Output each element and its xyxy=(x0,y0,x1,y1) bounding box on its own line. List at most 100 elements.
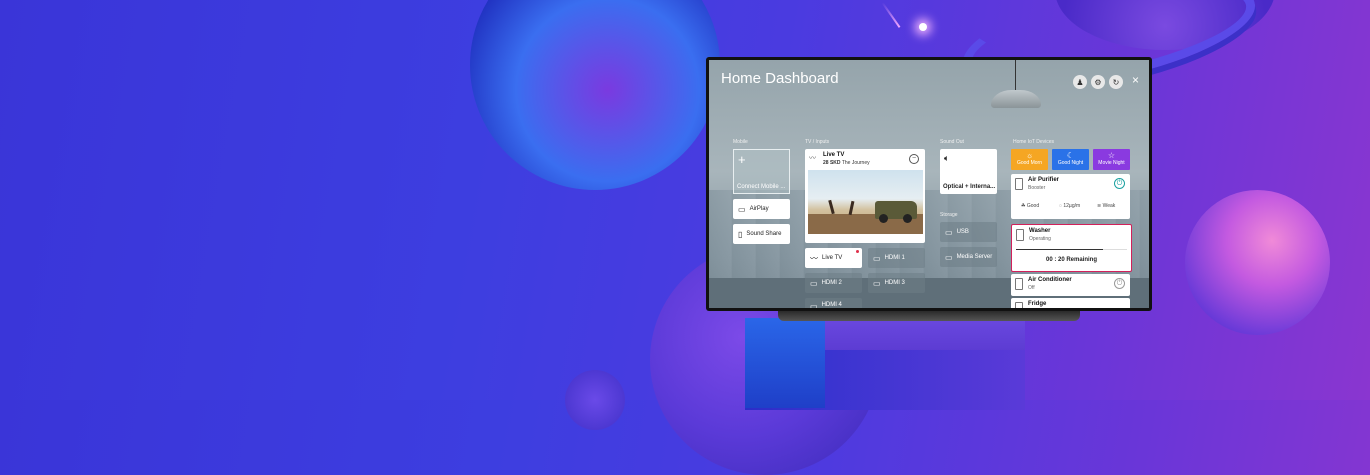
device-status: Booster xyxy=(1028,185,1046,191)
input-label: HDMI 2 xyxy=(821,280,842,286)
device-washer[interactable]: Washer Operating 00 : 20 Remaining xyxy=(1011,224,1132,272)
antenna-icon: 〰 xyxy=(810,253,818,263)
scene-good-night[interactable]: ☾ Good Night xyxy=(1052,149,1089,170)
washer-remaining: 00 : 20 Remaining xyxy=(1045,257,1098,263)
fridge-icon xyxy=(1015,302,1023,308)
thumbnail-jeep xyxy=(875,201,917,223)
header-icons: ♟ ⚙ ↻ xyxy=(1073,75,1123,89)
plus-icon: + xyxy=(738,152,746,167)
pedestal xyxy=(745,318,825,408)
pendant-lamp xyxy=(991,90,1041,108)
input-label: HDMI 4 xyxy=(821,302,842,308)
airplay-label: AirPlay xyxy=(749,206,769,212)
channel-number: 28 SKD xyxy=(823,160,841,166)
leaf-icon: ☘ xyxy=(1021,203,1026,209)
sun-icon: ☼ xyxy=(1025,151,1034,160)
fan-icon: ≋ xyxy=(1097,203,1102,209)
star-icon: ☆ xyxy=(1107,151,1116,160)
washer-progress-fill xyxy=(1016,249,1103,250)
air-quality: ☘ Good xyxy=(1021,203,1039,209)
dust-icon: ◌ xyxy=(1059,203,1062,209)
usb-icon: ▭ xyxy=(945,227,953,237)
section-label-sound-out: Sound Out xyxy=(940,139,964,145)
pm-value: 12µg/m xyxy=(1063,203,1081,209)
power-icon[interactable]: ⏻ xyxy=(1114,178,1125,189)
background-sphere xyxy=(470,0,720,190)
program-title: The Journey xyxy=(841,160,870,166)
speaker-icon: ▯ xyxy=(738,229,743,239)
thumbnail-wheel xyxy=(903,214,912,223)
background-sphere xyxy=(1185,190,1330,335)
page-title: Home Dashboard xyxy=(721,70,839,87)
scene-label: Movie Night xyxy=(1098,160,1125,166)
input-hdmi-3[interactable]: ▭ HDMI 3 xyxy=(868,273,925,293)
lamp-cord xyxy=(1015,60,1016,90)
input-live-tv[interactable]: 〰 Live TV xyxy=(805,248,862,268)
input-label: Live TV xyxy=(822,255,843,261)
scene-label: Good Morn xyxy=(1016,160,1042,166)
scene-good-morning[interactable]: ☼ Good Morn xyxy=(1011,149,1048,170)
input-hdmi-1[interactable]: ▭ HDMI 1 xyxy=(868,248,925,268)
moon-icon: ☾ xyxy=(1066,151,1075,160)
airplay-icon: ▭ xyxy=(738,204,746,214)
input-hdmi-2[interactable]: ▭ HDMI 2 xyxy=(805,273,862,293)
storage-label: Media Server xyxy=(956,254,993,260)
power-icon[interactable]: ⏻ xyxy=(1114,278,1125,289)
fan-value: Weak xyxy=(1102,203,1116,209)
device-fridge[interactable]: Fridge xyxy=(1011,298,1130,308)
scene-label: Good Night xyxy=(1057,160,1084,166)
background-sparkle xyxy=(919,23,927,31)
washer-icon xyxy=(1016,229,1024,241)
input-hdmi-4[interactable]: ▭ HDMI 4 xyxy=(805,298,862,308)
thumbnail-wheel xyxy=(879,214,888,223)
airplay-button[interactable]: ▭ AirPlay xyxy=(733,199,790,219)
antenna-icon: 〰 xyxy=(809,155,816,162)
close-icon[interactable]: × xyxy=(1132,73,1139,87)
fan-speed: ≋ Weak xyxy=(1097,203,1115,209)
user-icon[interactable]: ♟ xyxy=(1073,75,1087,89)
storage-usb[interactable]: ▭ USB xyxy=(940,222,997,242)
hdmi-icon: ▭ xyxy=(810,302,818,308)
section-label-iot: Home IoT Devices xyxy=(1013,139,1055,145)
air-quality-value: Good xyxy=(1026,203,1040,209)
live-tv-thumbnail xyxy=(808,170,923,234)
device-status: Off xyxy=(1028,285,1035,291)
refresh-icon[interactable]: ↻ xyxy=(1109,75,1123,89)
hdmi-icon: ▭ xyxy=(873,278,881,288)
device-name: Washer xyxy=(1029,228,1051,234)
device-air-purifier[interactable]: Air Purifier Booster ⏻ ☘ Good ◌ 12µg/m ≋… xyxy=(1011,174,1130,219)
server-icon: ▭ xyxy=(945,252,953,262)
sound-out-card[interactable]: 🔈︎ Optical + Interna... xyxy=(940,149,997,194)
storage-label: USB xyxy=(956,229,969,235)
scene-movie-night[interactable]: ☆ Movie Night xyxy=(1093,149,1130,170)
section-label-mobile: Mobile xyxy=(733,139,748,145)
sound-share-label: Sound Share xyxy=(746,231,782,237)
input-label: HDMI 1 xyxy=(884,255,905,261)
connect-mobile-button[interactable]: + Connect Mobile ... xyxy=(733,149,790,194)
hdmi-icon: ▭ xyxy=(810,278,818,288)
storage-media-server[interactable]: ▭ Media Server xyxy=(940,247,997,267)
live-tv-title: Live TV xyxy=(823,152,845,158)
sound-out-label: Optical + Interna... xyxy=(943,184,996,190)
section-label-storage: Storage xyxy=(940,212,958,218)
device-air-conditioner[interactable]: Air Conditioner Off ⏻ xyxy=(1011,274,1130,296)
live-tv-card[interactable]: 〰 Live TV 28 SKD The Journey − xyxy=(805,149,925,243)
sound-share-button[interactable]: ▯ Sound Share xyxy=(733,224,790,244)
gear-icon[interactable]: ⚙ xyxy=(1091,75,1105,89)
minimize-icon[interactable]: − xyxy=(909,154,919,164)
tv-screen: Home Dashboard ♟ ⚙ ↻ × Mobile TV / Input… xyxy=(709,60,1149,308)
section-label-tv-inputs: TV / Inputs xyxy=(805,139,830,145)
active-indicator xyxy=(856,250,859,253)
tv-stand xyxy=(778,311,1080,321)
live-tv-program: 28 SKD The Journey xyxy=(823,160,870,166)
connect-mobile-label: Connect Mobile ... xyxy=(737,184,786,190)
input-label: HDMI 3 xyxy=(884,280,905,286)
background-light-beam xyxy=(881,2,901,28)
thumbnail-person xyxy=(828,199,835,215)
thumbnail-person xyxy=(848,200,855,216)
device-name: Air Conditioner xyxy=(1028,277,1072,283)
device-name: Air Purifier xyxy=(1028,177,1060,183)
air-conditioner-icon xyxy=(1015,278,1023,290)
background-sphere xyxy=(565,370,625,430)
washer-progress-track xyxy=(1016,249,1127,250)
